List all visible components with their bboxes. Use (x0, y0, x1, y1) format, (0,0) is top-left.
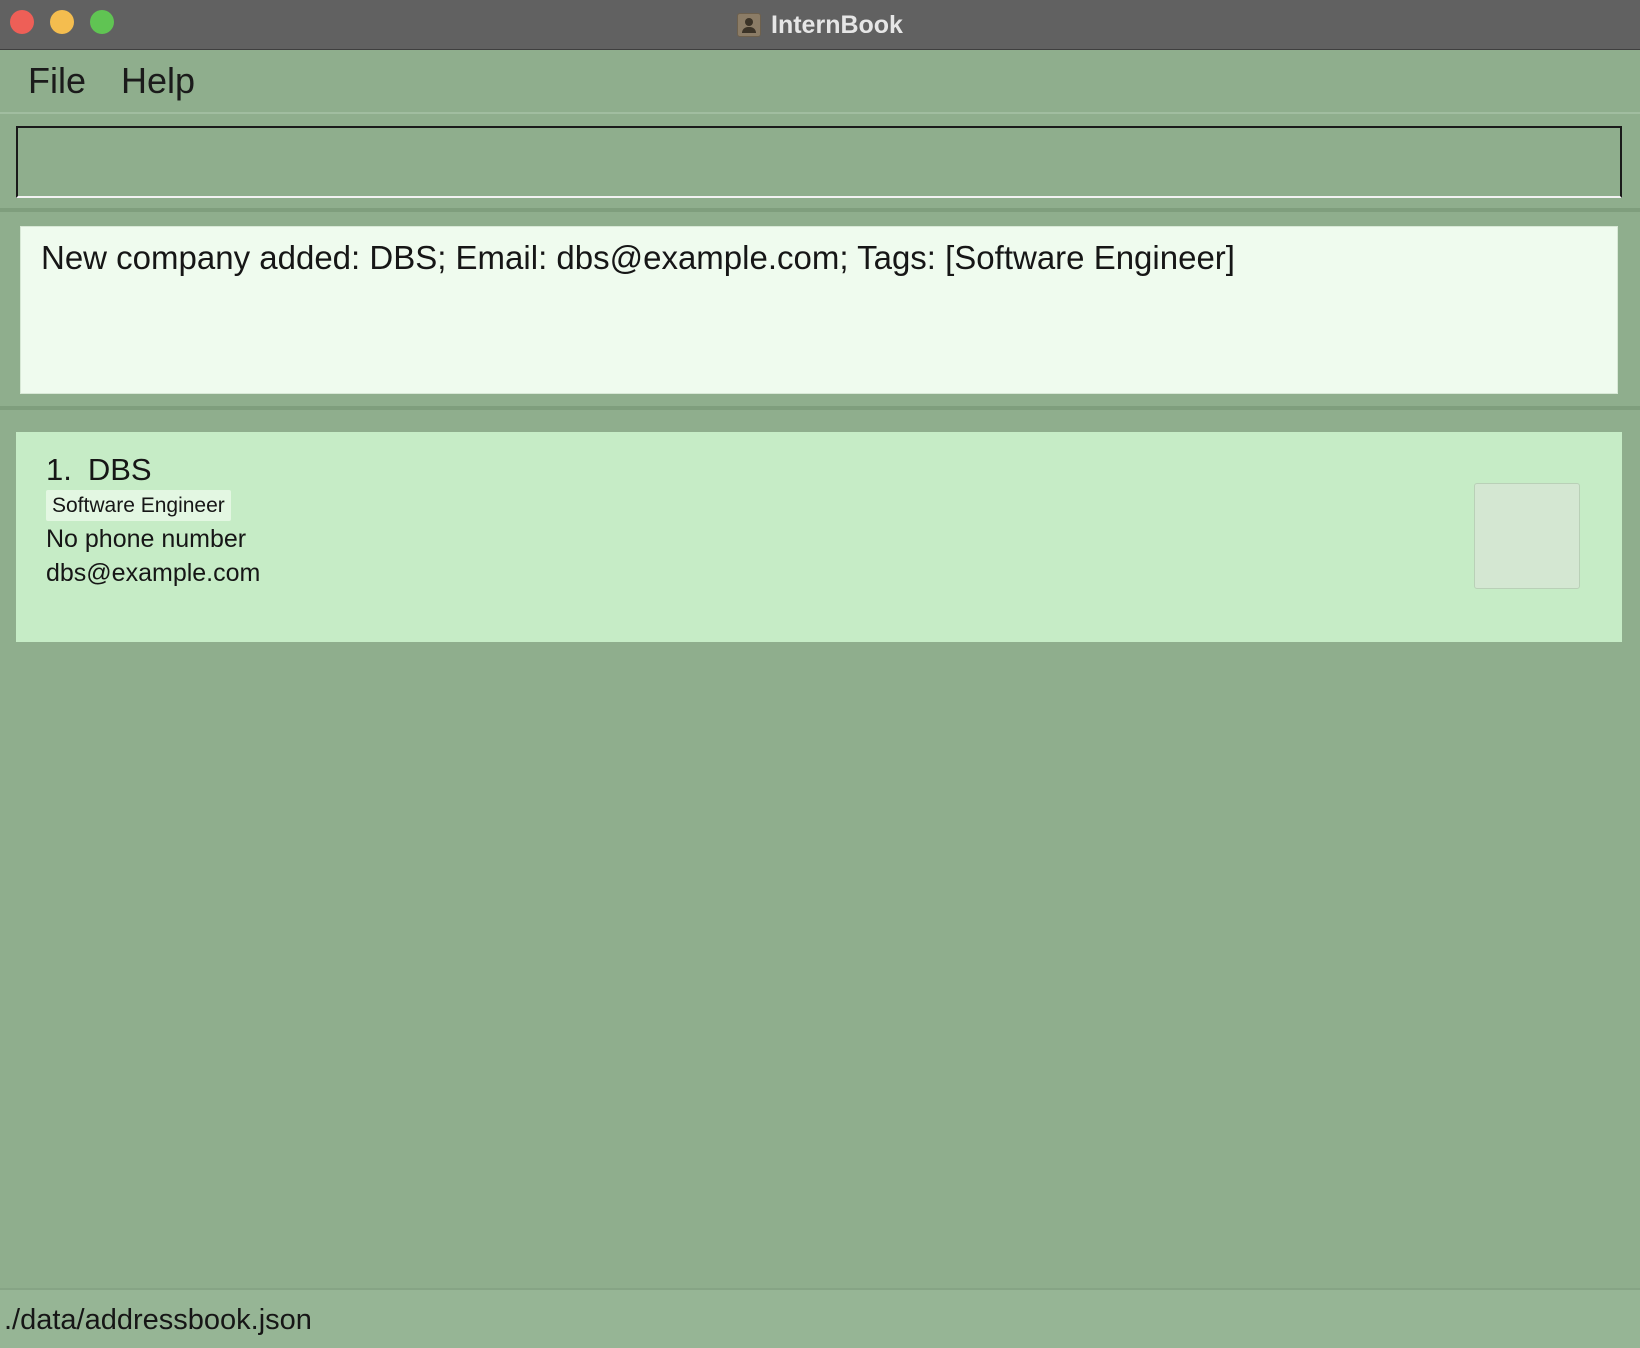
menu-file[interactable]: File (28, 60, 86, 102)
company-name: DBS (87, 452, 152, 487)
divider (0, 406, 1640, 410)
window-title: InternBook (771, 10, 903, 39)
status-bar: ./data/addressbook.json (0, 1288, 1640, 1348)
divider (0, 208, 1640, 212)
menu-help[interactable]: Help (121, 60, 195, 102)
command-box[interactable] (16, 126, 1622, 198)
company-phone: No phone number (46, 525, 247, 553)
status-file-path: ./data/addressbook.json (4, 1304, 312, 1336)
company-index: 1. (46, 452, 72, 487)
command-input[interactable] (18, 128, 1620, 196)
title-bar[interactable]: InternBook (0, 0, 1640, 50)
app-window: InternBook File Help New company added: … (0, 0, 1640, 1348)
company-tag: Software Engineer (46, 490, 231, 521)
company-email: dbs@example.com (46, 559, 261, 587)
result-display: New company added: DBS; Email: dbs@examp… (20, 226, 1618, 394)
window-title-group: InternBook (0, 0, 1640, 50)
result-message: New company added: DBS; Email: dbs@examp… (41, 239, 1235, 276)
menu-bar: File Help (0, 50, 1640, 114)
company-card-title: 1. DBS (46, 452, 152, 488)
contact-book-icon (737, 13, 762, 37)
company-card[interactable]: 1. DBS Software Engineer No phone number … (16, 432, 1622, 642)
company-image-placeholder (1474, 483, 1580, 589)
